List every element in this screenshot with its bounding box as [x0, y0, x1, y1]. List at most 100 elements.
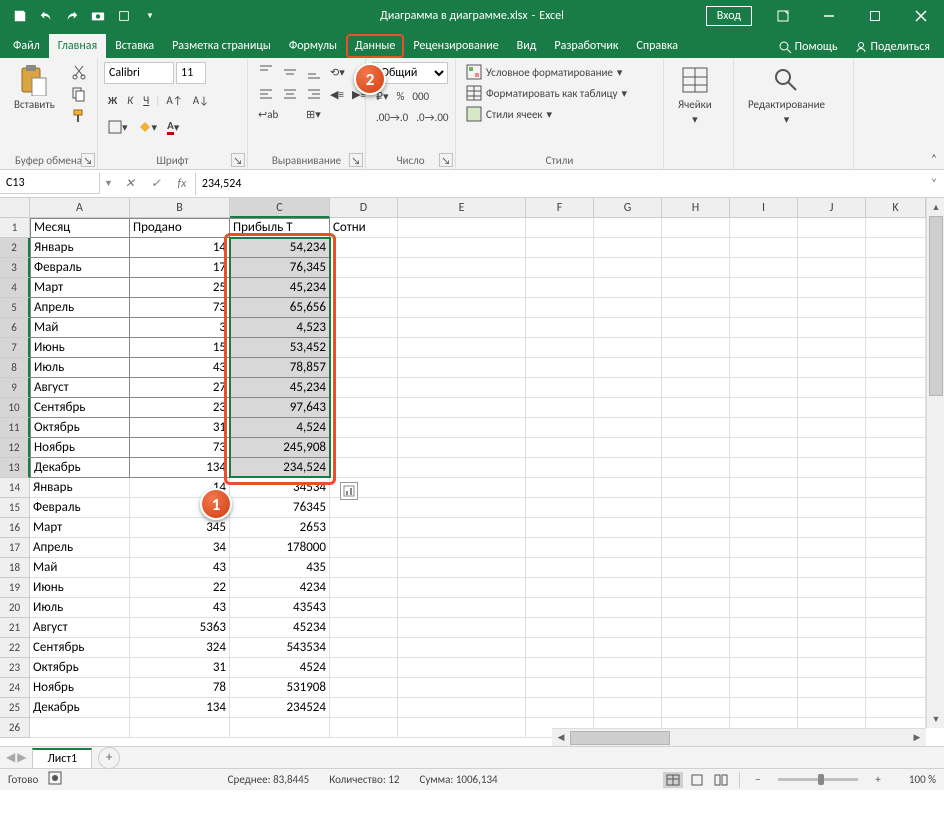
- cell[interactable]: [30, 718, 130, 738]
- cell[interactable]: [330, 418, 398, 438]
- align-middle-icon[interactable]: [278, 62, 302, 82]
- cell[interactable]: [526, 618, 594, 638]
- cell[interactable]: [330, 318, 398, 338]
- cell[interactable]: [798, 418, 866, 438]
- borders-icon[interactable]: ▾: [104, 118, 132, 136]
- cell[interactable]: [866, 538, 926, 558]
- col-header-G[interactable]: G: [594, 198, 662, 218]
- cell[interactable]: [730, 458, 798, 478]
- cell[interactable]: Ноябрь: [30, 438, 130, 458]
- bold-button[interactable]: Ж: [104, 92, 121, 109]
- cell[interactable]: [662, 498, 730, 518]
- cell[interactable]: [398, 658, 526, 678]
- cell[interactable]: [866, 698, 926, 718]
- cell[interactable]: [730, 238, 798, 258]
- zoom-level[interactable]: 100 %: [892, 773, 936, 786]
- cell[interactable]: [330, 518, 398, 538]
- row-header-21[interactable]: 21: [0, 618, 30, 638]
- row-header-10[interactable]: 10: [0, 398, 30, 418]
- cell[interactable]: [594, 658, 662, 678]
- horizontal-scrollbar[interactable]: ◀ ▶: [552, 728, 926, 746]
- cell[interactable]: [866, 338, 926, 358]
- cell[interactable]: Сотни: [330, 218, 398, 238]
- collapse-ribbon-icon[interactable]: ˄: [924, 58, 944, 169]
- cell[interactable]: 31: [130, 418, 230, 438]
- row-header-5[interactable]: 5: [0, 298, 30, 318]
- cancel-formula-icon[interactable]: ✕: [117, 173, 143, 195]
- paste-button[interactable]: Вставить: [6, 62, 63, 113]
- cell[interactable]: [398, 358, 526, 378]
- cell[interactable]: 27: [130, 378, 230, 398]
- zoom-in-icon[interactable]: +: [868, 772, 888, 788]
- cell[interactable]: Месяц: [30, 218, 130, 238]
- percent-icon[interactable]: %: [393, 88, 409, 105]
- cell[interactable]: Октябрь: [30, 418, 130, 438]
- cell[interactable]: 45234: [230, 618, 330, 638]
- cell[interactable]: [330, 378, 398, 398]
- comma-icon[interactable]: 000: [408, 88, 433, 105]
- cell[interactable]: [662, 398, 730, 418]
- format-as-table-button[interactable]: Форматировать как таблицу▾: [462, 83, 631, 103]
- cell[interactable]: [526, 238, 594, 258]
- cell[interactable]: 78: [130, 678, 230, 698]
- cell[interactable]: [526, 258, 594, 278]
- cell[interactable]: [798, 258, 866, 278]
- cell[interactable]: [594, 458, 662, 478]
- page-break-view-icon[interactable]: [711, 772, 731, 788]
- cell[interactable]: [662, 458, 730, 478]
- enter-formula-icon[interactable]: ✓: [143, 173, 169, 195]
- cell[interactable]: [730, 438, 798, 458]
- cell[interactable]: [798, 598, 866, 618]
- cell[interactable]: [594, 498, 662, 518]
- col-header-K[interactable]: K: [866, 198, 926, 218]
- col-header-F[interactable]: F: [526, 198, 594, 218]
- row-header-2[interactable]: 2: [0, 238, 30, 258]
- customize-qat-icon[interactable]: [112, 4, 136, 28]
- align-center-icon[interactable]: [278, 84, 302, 104]
- cell[interactable]: 43: [130, 358, 230, 378]
- row-header-25[interactable]: 25: [0, 698, 30, 718]
- row-header-7[interactable]: 7: [0, 338, 30, 358]
- cell[interactable]: [662, 638, 730, 658]
- cell-styles-button[interactable]: Стили ячеек▾: [462, 104, 631, 124]
- col-header-I[interactable]: I: [730, 198, 798, 218]
- cell[interactable]: Продано: [130, 218, 230, 238]
- cell[interactable]: [594, 678, 662, 698]
- cell[interactable]: [866, 418, 926, 438]
- cell[interactable]: [866, 518, 926, 538]
- cell[interactable]: [798, 278, 866, 298]
- cell[interactable]: [730, 598, 798, 618]
- col-header-D[interactable]: D: [330, 198, 398, 218]
- cell[interactable]: [594, 618, 662, 638]
- cell[interactable]: [866, 658, 926, 678]
- cell[interactable]: [398, 418, 526, 438]
- row-header-26[interactable]: 26: [0, 718, 30, 738]
- cell[interactable]: [730, 518, 798, 538]
- redo-icon[interactable]: [60, 4, 84, 28]
- cell[interactable]: [398, 378, 526, 398]
- cell[interactable]: Июль: [30, 358, 130, 378]
- cell[interactable]: [798, 298, 866, 318]
- cell[interactable]: 178000: [230, 538, 330, 558]
- cell[interactable]: [730, 698, 798, 718]
- cell[interactable]: 31: [130, 658, 230, 678]
- zoom-out-icon[interactable]: −: [748, 772, 768, 788]
- cell[interactable]: 324: [130, 638, 230, 658]
- cell[interactable]: [662, 478, 730, 498]
- cell[interactable]: [330, 398, 398, 418]
- cell[interactable]: [730, 678, 798, 698]
- cell[interactable]: [330, 718, 398, 738]
- row-header-9[interactable]: 9: [0, 378, 30, 398]
- cell[interactable]: [730, 538, 798, 558]
- cell[interactable]: 78,857: [230, 358, 330, 378]
- align-right-icon[interactable]: [302, 84, 326, 104]
- font-name-select[interactable]: [104, 62, 174, 84]
- cell[interactable]: [866, 618, 926, 638]
- tab-рецензирование[interactable]: Рецензирование: [404, 34, 507, 58]
- cell[interactable]: [594, 598, 662, 618]
- cell[interactable]: 435: [230, 558, 330, 578]
- cell[interactable]: [866, 398, 926, 418]
- col-header-C[interactable]: C: [230, 198, 330, 218]
- cell[interactable]: [662, 318, 730, 338]
- orientation-icon[interactable]: ⟲▾: [326, 62, 349, 82]
